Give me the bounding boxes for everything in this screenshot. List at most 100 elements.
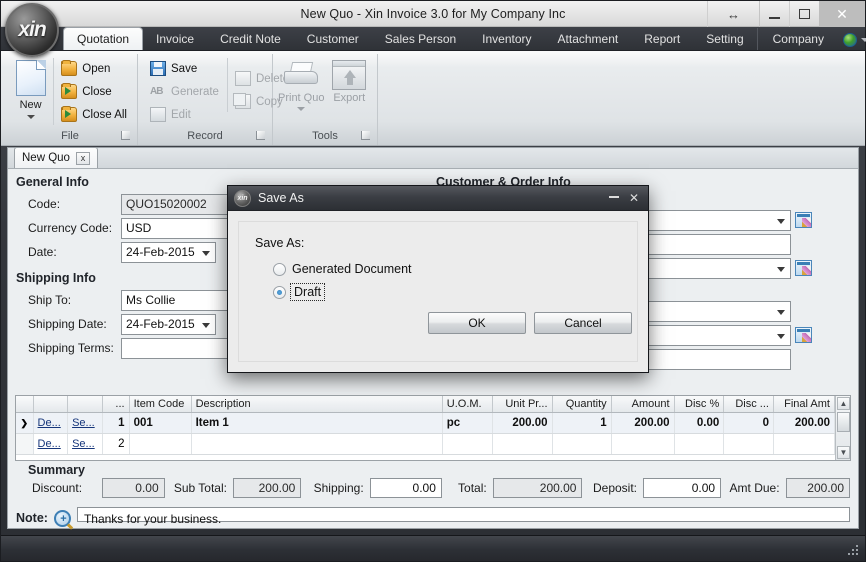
row-2-disc-pct[interactable] bbox=[675, 434, 725, 454]
row-1-uom[interactable]: pc bbox=[442, 413, 494, 433]
tab-credit-note[interactable]: Credit Note bbox=[207, 28, 294, 50]
note-textarea[interactable]: Thanks for your business. bbox=[76, 507, 850, 526]
tab-customer[interactable]: Customer bbox=[294, 28, 372, 50]
table-row[interactable]: ❯ De... Se... 1 001 Item 1 pc 200.00 1 2… bbox=[16, 413, 850, 434]
deposit-value[interactable]: 0.00 bbox=[643, 478, 722, 498]
dialog-minimize-button[interactable] bbox=[608, 196, 619, 200]
close-doc-button[interactable]: Close bbox=[58, 81, 132, 102]
globe-icon[interactable] bbox=[842, 33, 857, 47]
radio-generated-document-icon[interactable] bbox=[273, 262, 286, 276]
grid-col-quantity[interactable]: Quantity bbox=[553, 396, 612, 412]
tab-setting[interactable]: Setting bbox=[693, 28, 756, 50]
close-all-button[interactable]: Close All bbox=[58, 104, 132, 125]
grid-col-marker[interactable] bbox=[16, 396, 34, 412]
shipping-date-chevron-down-icon[interactable] bbox=[202, 322, 210, 328]
row-1-item-code[interactable]: 001 bbox=[129, 413, 192, 433]
grid-col-item-code[interactable]: Item Code bbox=[130, 396, 192, 412]
save-button[interactable]: Save bbox=[147, 58, 224, 79]
grid-col-description[interactable]: Description bbox=[192, 396, 443, 412]
print-dropdown-icon[interactable] bbox=[297, 107, 306, 111]
grid-col-amount[interactable]: Amount bbox=[612, 396, 675, 412]
tools-dialog-launcher-icon[interactable] bbox=[361, 131, 370, 140]
maximize-button[interactable] bbox=[789, 1, 819, 27]
customer-field-1-edit-icon[interactable] bbox=[795, 212, 812, 228]
print-quo-button[interactable]: Print Quo bbox=[278, 58, 324, 111]
scroll-up-icon[interactable]: ▲ bbox=[837, 397, 850, 410]
row-1-disc-pct[interactable]: 0.00 bbox=[674, 413, 725, 433]
document-tab-close-icon[interactable]: x bbox=[75, 151, 90, 165]
tab-company[interactable]: Company bbox=[756, 28, 837, 50]
document-tab-new-quo[interactable]: New Quo x bbox=[14, 147, 98, 168]
customer-field-3-edit-icon[interactable] bbox=[795, 260, 812, 276]
minimize-button[interactable] bbox=[759, 1, 789, 27]
scroll-down-icon[interactable]: ▼ bbox=[837, 446, 850, 459]
app-logo[interactable]: xin bbox=[5, 3, 59, 57]
tab-inventory[interactable]: Inventory bbox=[469, 28, 544, 50]
row-2-amount bbox=[612, 434, 675, 454]
row-2-description[interactable] bbox=[192, 434, 443, 454]
ok-button[interactable]: OK bbox=[428, 312, 526, 334]
customer-field-1-chevron-down-icon[interactable] bbox=[777, 218, 785, 224]
grid-col-index[interactable]: ... bbox=[103, 396, 130, 412]
export-button-label: Export bbox=[333, 92, 366, 104]
field-date-input[interactable]: 24-Feb-2015 bbox=[121, 241, 216, 263]
tab-quotation[interactable]: Quotation bbox=[63, 27, 144, 50]
record-dialog-launcher-icon[interactable] bbox=[256, 131, 265, 140]
row-1-quantity[interactable]: 1 bbox=[552, 413, 612, 433]
chevron-down-icon[interactable] bbox=[860, 38, 866, 42]
row-1-disc-amt[interactable]: 0 bbox=[724, 413, 774, 433]
grid-col-select[interactable] bbox=[68, 396, 103, 412]
open-button[interactable]: Open bbox=[58, 58, 132, 79]
radio-draft[interactable]: Draft bbox=[273, 283, 621, 301]
file-dialog-launcher-icon[interactable] bbox=[121, 131, 130, 140]
table-row[interactable]: De... Se... 2 bbox=[16, 434, 850, 455]
customer-field-4-chevron-down-icon[interactable] bbox=[777, 309, 785, 315]
dialog-close-button[interactable]: ✕ bbox=[629, 191, 639, 205]
cancel-button[interactable]: Cancel bbox=[534, 312, 632, 334]
close-button[interactable]: ✕ bbox=[819, 1, 865, 27]
grid-vertical-scrollbar[interactable]: ▲ ▼ bbox=[835, 396, 850, 460]
radio-draft-icon[interactable] bbox=[273, 285, 286, 299]
discount-value[interactable]: 0.00 bbox=[102, 478, 165, 498]
zoom-in-icon[interactable]: + bbox=[53, 510, 71, 527]
customer-field-5-edit-icon[interactable] bbox=[795, 327, 812, 343]
radio-generated-document-label: Generated Document bbox=[292, 262, 412, 276]
field-currency-code-label: Currency Code: bbox=[28, 221, 113, 235]
row-2-uom[interactable] bbox=[443, 434, 494, 454]
new-button[interactable]: New bbox=[8, 58, 53, 119]
row-2-quantity[interactable] bbox=[553, 434, 612, 454]
tab-report[interactable]: Report bbox=[631, 28, 693, 50]
row-2-select-link[interactable]: Se... bbox=[68, 434, 103, 454]
tab-attachment[interactable]: Attachment bbox=[545, 28, 632, 50]
new-dropdown-icon[interactable] bbox=[26, 115, 35, 119]
scrollbar-thumb[interactable] bbox=[837, 412, 850, 432]
grid-col-unit-price[interactable]: Unit Pr... bbox=[493, 396, 553, 412]
shipping-value[interactable]: 0.00 bbox=[369, 478, 442, 498]
field-shipping-date-input[interactable]: 24-Feb-2015 bbox=[121, 313, 216, 335]
row-2-unit-price[interactable] bbox=[493, 434, 553, 454]
grid-col-final-amt[interactable]: Final Amt bbox=[774, 396, 835, 412]
row-1-select-link[interactable]: Se... bbox=[68, 413, 103, 433]
row-2-item-code[interactable] bbox=[130, 434, 192, 454]
customer-field-5-chevron-down-icon[interactable] bbox=[777, 333, 785, 339]
resize-icon[interactable]: ↔ bbox=[707, 1, 759, 27]
grid-col-uom[interactable]: U.O.M. bbox=[443, 396, 494, 412]
row-1-description[interactable]: Item 1 bbox=[191, 413, 443, 433]
customer-field-3-chevron-down-icon[interactable] bbox=[777, 266, 785, 272]
grid-col-disc-amt[interactable]: Disc ... bbox=[724, 396, 774, 412]
row-2-disc-amt[interactable] bbox=[724, 434, 774, 454]
generate-button[interactable]: AB Generate bbox=[147, 81, 224, 102]
grid-col-detail[interactable] bbox=[34, 396, 69, 412]
tab-invoice[interactable]: Invoice bbox=[143, 28, 207, 50]
edit-button[interactable]: Edit bbox=[147, 104, 224, 125]
row-1-detail-link[interactable]: De... bbox=[33, 413, 69, 433]
row-1-unit-price[interactable]: 200.00 bbox=[493, 413, 553, 433]
row-2-detail-link[interactable]: De... bbox=[34, 434, 69, 454]
resize-grip-icon[interactable] bbox=[848, 545, 860, 557]
tab-sales-person[interactable]: Sales Person bbox=[372, 28, 469, 50]
tab-attachment-label: Attachment bbox=[557, 32, 619, 46]
grid-col-disc-pct[interactable]: Disc % bbox=[675, 396, 725, 412]
export-button[interactable]: Export bbox=[326, 58, 372, 104]
date-chevron-down-icon[interactable] bbox=[202, 250, 210, 256]
radio-generated-document[interactable]: Generated Document bbox=[273, 262, 621, 276]
